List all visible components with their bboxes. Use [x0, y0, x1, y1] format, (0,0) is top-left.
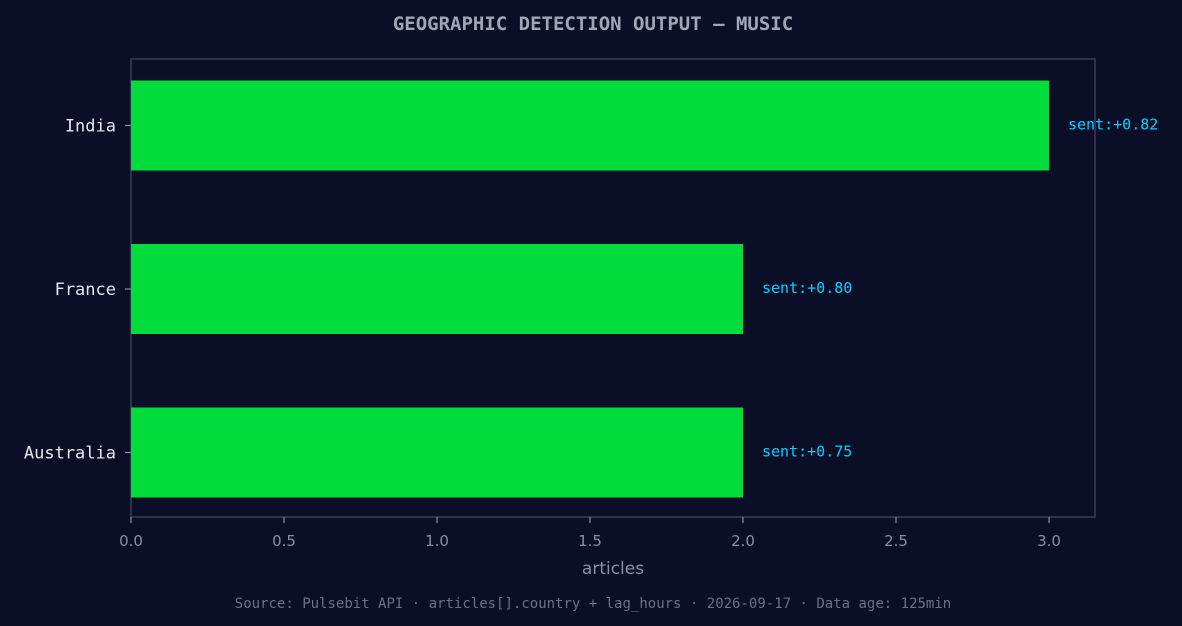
x-tick-label: 0.5 — [272, 532, 296, 550]
category-label: India — [65, 117, 116, 137]
bar-chart: GEOGRAPHIC DETECTION OUTPUT — MUSIC Indi… — [24, 13, 1158, 612]
bars-layer: India sent:+0.82 France sent:+0.80 Australia… — [24, 80, 1158, 498]
bar-india — [131, 80, 1049, 171]
x-axis-label: articles — [582, 559, 644, 579]
bar-australia — [131, 407, 743, 498]
sentiment-annotation: sent:+0.82 — [1068, 116, 1158, 134]
x-axis: 0.0 0.5 1.0 1.5 2.0 2.5 3.0 — [119, 517, 1061, 550]
category-label: France — [55, 280, 116, 300]
x-tick-label: 0.0 — [119, 532, 143, 550]
sentiment-annotation: sent:+0.75 — [762, 443, 852, 461]
x-tick-label: 2.0 — [731, 532, 755, 550]
x-tick-label: 1.0 — [425, 532, 449, 550]
x-tick-label: 1.5 — [578, 532, 602, 550]
chart-title: GEOGRAPHIC DETECTION OUTPUT — MUSIC — [393, 13, 793, 35]
x-tick-label: 3.0 — [1037, 532, 1061, 550]
x-tick-label: 2.5 — [884, 532, 908, 550]
source-footnote: Source: Pulsebit API · articles[].countr… — [235, 596, 951, 612]
sentiment-annotation: sent:+0.80 — [762, 279, 852, 297]
bar-france — [131, 244, 743, 334]
category-label: Australia — [24, 444, 116, 464]
